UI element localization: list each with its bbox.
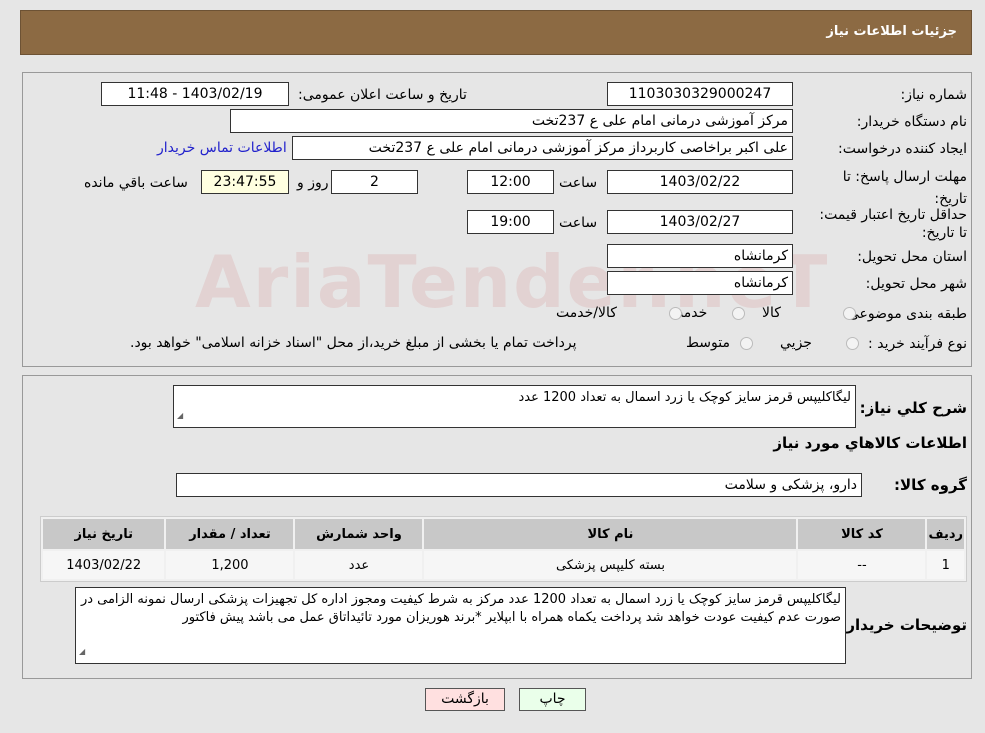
process-label: نوع فرآیند خرید : xyxy=(868,336,967,352)
process-option-medium: متوسط xyxy=(686,335,730,351)
cell-unit: عدد xyxy=(295,551,423,579)
category-radio-both[interactable] xyxy=(669,307,682,320)
cell-goods-name: بسته کلیپس پزشکی xyxy=(424,551,797,579)
back-button[interactable]: بازگشت xyxy=(425,688,505,711)
category-option-both: کالا/خدمت xyxy=(556,305,617,321)
cell-need-date: 1403/02/22 xyxy=(43,551,165,579)
creator-field: علی اکبر براخاصی کاربرداز مرکز آموزشی در… xyxy=(292,136,793,160)
col-row-number: رديف xyxy=(927,519,964,549)
col-quantity: تعداد / مقدار xyxy=(166,519,294,549)
description-text: لیگاکلیپس قرمز سایز کوچک یا زرد اسمال به… xyxy=(518,390,851,405)
buyer-org-field: مرکز آموزشی درمانی امام علی ع 237تخت xyxy=(230,109,793,133)
announce-field: 1403/02/19 - 11:48 xyxy=(101,82,289,106)
process-radio-medium[interactable] xyxy=(740,337,753,350)
goods-group-field: دارو، پزشکی و سلامت xyxy=(176,473,862,497)
city-field: کرمانشاه xyxy=(607,271,793,295)
page-header: جزئیات اطلاعات نیاز xyxy=(20,10,972,55)
category-label: طبقه بندی موضوعی: xyxy=(843,306,967,322)
deadline-date-field: 1403/02/22 xyxy=(607,170,793,194)
province-label: استان محل تحویل: xyxy=(857,249,967,265)
buyer-contact-link[interactable]: اطلاعات تماس خریدار xyxy=(157,140,287,156)
resize-grip-icon[interactable]: ◢ xyxy=(79,643,85,661)
category-option-goods: کالا xyxy=(762,305,781,321)
creator-label: ایجاد کننده درخواست: xyxy=(838,141,967,157)
remaining-time-field: 23:47:55 xyxy=(201,170,289,194)
announce-label: تاریخ و ساعت اعلان عمومی: xyxy=(298,87,467,103)
print-button[interactable]: چاپ xyxy=(519,688,586,711)
description-label: شرح کلي نياز: xyxy=(859,399,967,417)
province-field: کرمانشاه xyxy=(607,244,793,268)
need-number-field: 1103030329000247 xyxy=(607,82,793,106)
col-goods-name: نام کالا xyxy=(424,519,797,549)
buyer-notes-text: لیگاکلیپس قرمز سایز کوچک یا زرد اسمال به… xyxy=(80,592,841,625)
days-label: روز و xyxy=(297,175,329,191)
validity-time-field: 19:00 xyxy=(467,210,554,234)
process-radio-minor[interactable] xyxy=(846,337,859,350)
cell-goods-code: -- xyxy=(798,551,926,579)
buyer-notes-label: توضیحات خریدار: xyxy=(840,616,967,634)
table-header-row: رديف کد کالا نام کالا واحد شمارش تعداد /… xyxy=(43,519,964,549)
goods-group-label: گروه کالا: xyxy=(894,476,967,494)
days-field: 2 xyxy=(331,170,418,194)
buyer-notes-textarea[interactable]: لیگاکلیپس قرمز سایز کوچک یا زرد اسمال به… xyxy=(75,587,846,664)
table-row: 1 -- بسته کلیپس پزشکی عدد 1,200 1403/02/… xyxy=(43,551,964,579)
description-textarea[interactable]: لیگاکلیپس قرمز سایز کوچک یا زرد اسمال به… xyxy=(173,385,856,428)
cell-row-number: 1 xyxy=(927,551,964,579)
resize-grip-icon[interactable]: ◢ xyxy=(177,407,183,425)
deadline-time-field: 12:00 xyxy=(467,170,554,194)
category-radio-service[interactable] xyxy=(732,307,745,320)
goods-section-title: اطلاعات کالاهاي مورد نياز xyxy=(773,434,967,452)
category-radio-goods[interactable] xyxy=(843,307,856,320)
validity-date-field: 1403/02/27 xyxy=(607,210,793,234)
validity-time-label: ساعت xyxy=(559,215,598,231)
col-goods-code: کد کالا xyxy=(798,519,926,549)
col-unit: واحد شمارش xyxy=(295,519,423,549)
col-need-date: تاریخ نیاز xyxy=(43,519,165,549)
remaining-label: ساعت باقي مانده xyxy=(84,175,188,191)
process-option-minor: جزيي xyxy=(780,335,812,351)
page-title: جزئیات اطلاعات نیاز xyxy=(826,24,957,39)
process-note: پرداخت تمام یا بخشی از مبلغ خرید،از محل … xyxy=(130,335,577,351)
deadline-time-label: ساعت xyxy=(559,175,598,191)
validity-label: حداقل تاریخ اعتبار قیمت: تا تاریخ: xyxy=(819,207,967,241)
buyer-org-label: نام دستگاه خریدار: xyxy=(856,114,967,130)
deadline-label: مهلت ارسال پاسخ: تا تاریخ: xyxy=(842,169,967,207)
goods-table: رديف کد کالا نام کالا واحد شمارش تعداد /… xyxy=(40,516,967,582)
cell-quantity: 1,200 xyxy=(166,551,294,579)
need-number-label: شماره نیاز: xyxy=(900,87,968,103)
city-label: شهر محل تحویل: xyxy=(865,276,967,292)
